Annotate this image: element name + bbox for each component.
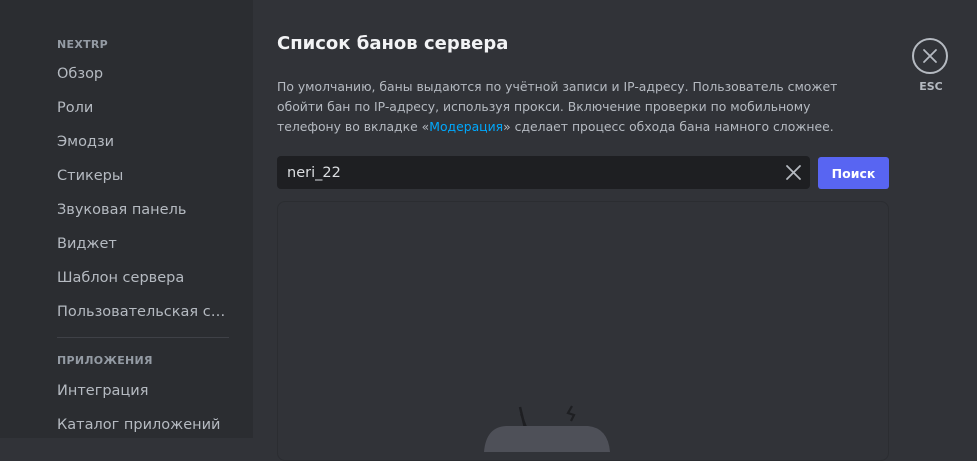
sidebar-item-widget[interactable]: Виджет — [49, 229, 229, 259]
moderation-link[interactable]: Модерация — [429, 119, 503, 134]
sidebar-item-vanity-url[interactable]: Пользовательская ссылка приглашения — [49, 297, 229, 327]
empty-state-illustration — [484, 405, 610, 452]
sidebar-divider — [57, 337, 229, 338]
sidebar-section-server: NEXTRP — [57, 38, 109, 51]
sidebar-item-stickers[interactable]: Стикеры — [49, 161, 229, 191]
ban-description: По умолчанию, баны выдаются по учётной з… — [277, 77, 852, 137]
close-icon — [923, 49, 937, 63]
description-text-end: » сделает процесс обхода бана намного сл… — [503, 119, 834, 134]
ban-results-panel — [277, 201, 889, 461]
main-content: Список банов сервера По умолчанию, баны … — [253, 0, 977, 461]
sidebar-item-app-directory[interactable]: Каталог приложений — [49, 410, 229, 440]
sidebar-item-roles[interactable]: Роли — [49, 93, 229, 123]
sidebar-item-server-template[interactable]: Шаблон сервера — [49, 263, 229, 293]
search-box — [277, 156, 810, 189]
close-icon[interactable] — [785, 164, 802, 181]
sidebar-item-emoji[interactable]: Эмодзи — [49, 127, 229, 157]
sidebar-item-overview[interactable]: Обзор — [49, 59, 229, 89]
settings-sidebar: NEXTRP Обзор Роли Эмодзи Стикеры Звукова… — [0, 0, 253, 438]
search-input[interactable] — [277, 156, 767, 189]
search-button[interactable]: Поиск — [818, 157, 889, 189]
esc-label: ESC — [919, 80, 943, 93]
sidebar-item-integrations[interactable]: Интеграция — [49, 376, 229, 406]
close-button[interactable] — [912, 38, 948, 74]
sidebar-section-apps: ПРИЛОЖЕНИЯ — [57, 354, 153, 367]
page-title: Список банов сервера — [277, 33, 509, 54]
sidebar-item-soundboard[interactable]: Звуковая панель — [49, 195, 229, 225]
